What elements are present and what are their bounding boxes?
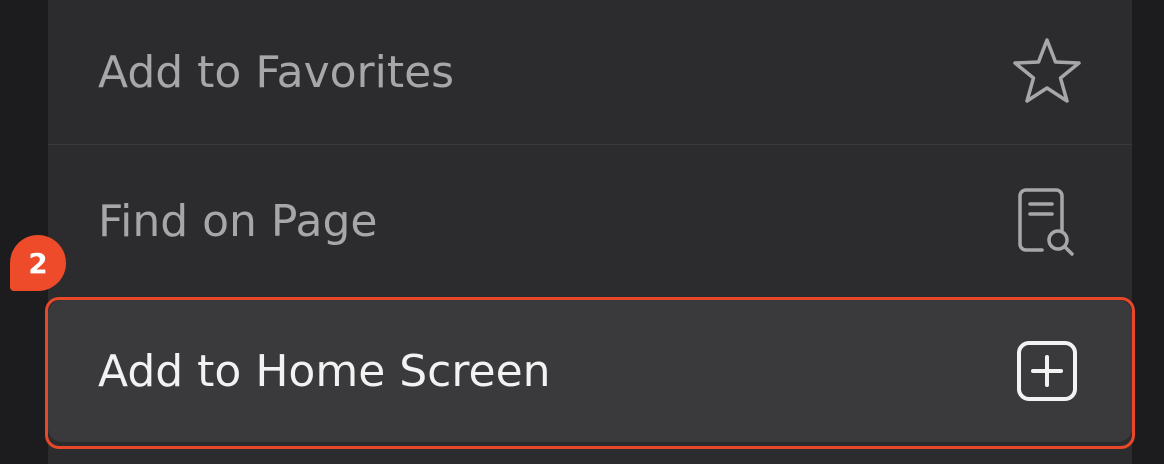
star-icon (1010, 35, 1084, 109)
menu-item-add-to-home-screen[interactable]: Add to Home Screen (48, 300, 1132, 442)
share-menu: Add to Favorites Find on Page Add to Hom… (48, 0, 1132, 464)
menu-item-find-on-page[interactable]: Find on Page (48, 146, 1132, 296)
step-number: 2 (28, 246, 48, 280)
step-badge: 2 (10, 235, 66, 291)
find-on-page-icon (1010, 184, 1084, 258)
menu-item-label: Find on Page (98, 195, 378, 247)
menu-item-add-to-favorites[interactable]: Add to Favorites (48, 0, 1132, 145)
add-square-icon (1010, 334, 1084, 408)
menu-item-label: Add to Home Screen (98, 345, 551, 397)
screen: Add to Favorites Find on Page Add to Hom… (0, 0, 1164, 464)
menu-item-label: Add to Favorites (98, 46, 455, 98)
